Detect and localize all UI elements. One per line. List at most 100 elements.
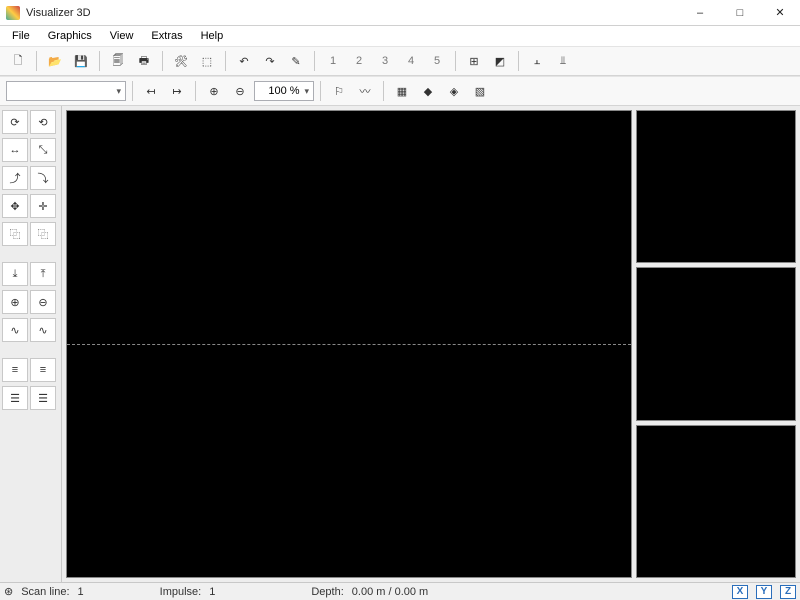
redo-button[interactable]: ↷	[258, 49, 282, 73]
sliders-icon: ☰	[38, 392, 48, 405]
scanline-label: Scan line:	[21, 586, 69, 598]
side-view-3[interactable]	[636, 425, 796, 578]
line-down-button[interactable]: ⤓	[2, 262, 28, 286]
maximize-button[interactable]: □	[720, 0, 760, 25]
grid-button[interactable]: ⊞	[462, 49, 486, 73]
separator	[36, 51, 37, 71]
zoom-in-tool[interactable]: ⊕	[2, 290, 28, 314]
preset-3-button[interactable]: 3	[373, 49, 397, 73]
depth-label: Depth:	[311, 586, 343, 598]
arrow-left-button[interactable]: ↤	[139, 79, 163, 103]
shade-icon: ◈	[450, 85, 458, 98]
menubar: File Graphics View Extras Help	[0, 26, 800, 46]
mode-icon: ⬚	[202, 55, 212, 68]
rotate-dn-button[interactable]: ⤵	[30, 166, 56, 190]
separator	[132, 81, 133, 101]
flip-hr-button[interactable]: ⤡	[30, 138, 56, 162]
scanline-value: 1	[78, 586, 84, 598]
arrow-right-button[interactable]: ↦	[165, 79, 189, 103]
snap-icon: ◩	[495, 55, 505, 68]
move2-button[interactable]: ✛	[30, 194, 56, 218]
axis-z-button[interactable]: Z	[780, 585, 796, 599]
main-3d-view[interactable]	[66, 110, 632, 578]
menu-help[interactable]: Help	[193, 28, 232, 44]
flip-h-button[interactable]: ↔	[2, 138, 28, 162]
equalize-1-button[interactable]: ≡	[2, 358, 28, 382]
shade-icon: ▦	[397, 85, 407, 98]
curve-button[interactable]: ✎	[284, 49, 308, 73]
sliders-icon: ≡	[40, 364, 46, 376]
shade-4-button[interactable]: ▧	[468, 79, 492, 103]
move-icon: ✛	[38, 200, 47, 213]
shade-2-button[interactable]: ◆	[416, 79, 440, 103]
save-button[interactable]: 💾	[69, 49, 93, 73]
menu-file[interactable]: File	[4, 28, 38, 44]
separator	[162, 51, 163, 71]
menu-graphics[interactable]: Graphics	[40, 28, 100, 44]
print-button[interactable]: 🖶	[132, 49, 156, 73]
move-button[interactable]: ✥	[2, 194, 28, 218]
rotate-cw-button[interactable]: ⟳	[2, 110, 28, 134]
equalize-4-button[interactable]: ☰	[30, 386, 56, 410]
separator	[518, 51, 519, 71]
signal-b-button[interactable]: ∿	[30, 318, 56, 342]
spacer	[2, 346, 59, 354]
grid-icon: ⊞	[469, 55, 478, 68]
redo-icon: ↷	[265, 55, 274, 68]
tools-icon: 🛠	[174, 55, 188, 68]
preset-2-button[interactable]: 2	[347, 49, 371, 73]
crop2-button[interactable]: ⿻	[30, 222, 56, 246]
menu-view[interactable]: View	[102, 28, 142, 44]
side-view-1[interactable]	[636, 110, 796, 263]
flip-hr-icon: ⤡	[39, 144, 48, 157]
new-button[interactable]: 🗋	[6, 49, 30, 73]
print-icon: 🖶	[139, 52, 149, 71]
crop-icon: ⿻	[38, 226, 49, 242]
axis-y-button[interactable]: Y	[756, 585, 772, 599]
close-button[interactable]: ✕	[760, 0, 800, 25]
line-down-icon: ⤓	[13, 268, 18, 281]
tools-button[interactable]: 🛠	[169, 49, 193, 73]
chart-b-button[interactable]: ⫫	[551, 49, 575, 73]
page-button[interactable]: 🗐	[106, 49, 130, 73]
preset-1-button[interactable]: 1	[321, 49, 345, 73]
marker-button[interactable]: ⚐	[327, 79, 351, 103]
chart-a-button[interactable]: ⫠	[525, 49, 549, 73]
statusbar: ⊛ Scan line:1 Impulse:1 Depth: 0.00 m / …	[0, 582, 800, 600]
undo-button[interactable]: ↶	[232, 49, 256, 73]
toolbar-secondary: ↤ ↦ ⊕ ⊖ 100 % ⚐ 〰 ▦ ◆ ◈ ▧	[0, 76, 800, 106]
axis-x-button[interactable]: X	[732, 585, 748, 599]
separator	[99, 51, 100, 71]
rotate-ccw-button[interactable]: ⟲	[30, 110, 56, 134]
zoom-in-button[interactable]: ⊕	[202, 79, 226, 103]
shade-3-button[interactable]: ◈	[442, 79, 466, 103]
shade-1-button[interactable]: ▦	[390, 79, 414, 103]
preset-4-button[interactable]: 4	[399, 49, 423, 73]
sliders-icon: ☰	[10, 392, 20, 405]
rotate-up-button[interactable]: ⤴	[2, 166, 28, 190]
separator	[455, 51, 456, 71]
rotate-ccw-icon: ⟲	[38, 116, 47, 129]
wave-button[interactable]: 〰	[353, 79, 377, 103]
mode-button[interactable]: ⬚	[195, 49, 219, 73]
crop-icon: ⿻	[10, 226, 21, 242]
open-button[interactable]: 📂	[43, 49, 67, 73]
snap-button[interactable]: ◩	[488, 49, 512, 73]
equalize-2-button[interactable]: ≡	[30, 358, 56, 382]
crop-button[interactable]: ⿻	[2, 222, 28, 246]
window-controls: – □ ✕	[680, 0, 800, 25]
zoom-out-tool[interactable]: ⊖	[30, 290, 56, 314]
preset-5-button[interactable]: 5	[425, 49, 449, 73]
data-combo[interactable]	[6, 81, 126, 101]
signal-icon: ∿	[38, 324, 47, 337]
minimize-button[interactable]: –	[680, 0, 720, 25]
flip-h-icon: ↔	[10, 144, 21, 156]
side-view-2[interactable]	[636, 267, 796, 420]
zoom-combo[interactable]: 100 %	[254, 81, 314, 101]
equalize-3-button[interactable]: ☰	[2, 386, 28, 410]
menu-extras[interactable]: Extras	[143, 28, 190, 44]
line-up-button[interactable]: ⤒	[30, 262, 56, 286]
zoom-out-button[interactable]: ⊖	[228, 79, 252, 103]
signal-a-button[interactable]: ∿	[2, 318, 28, 342]
window-title: Visualizer 3D	[26, 7, 680, 19]
